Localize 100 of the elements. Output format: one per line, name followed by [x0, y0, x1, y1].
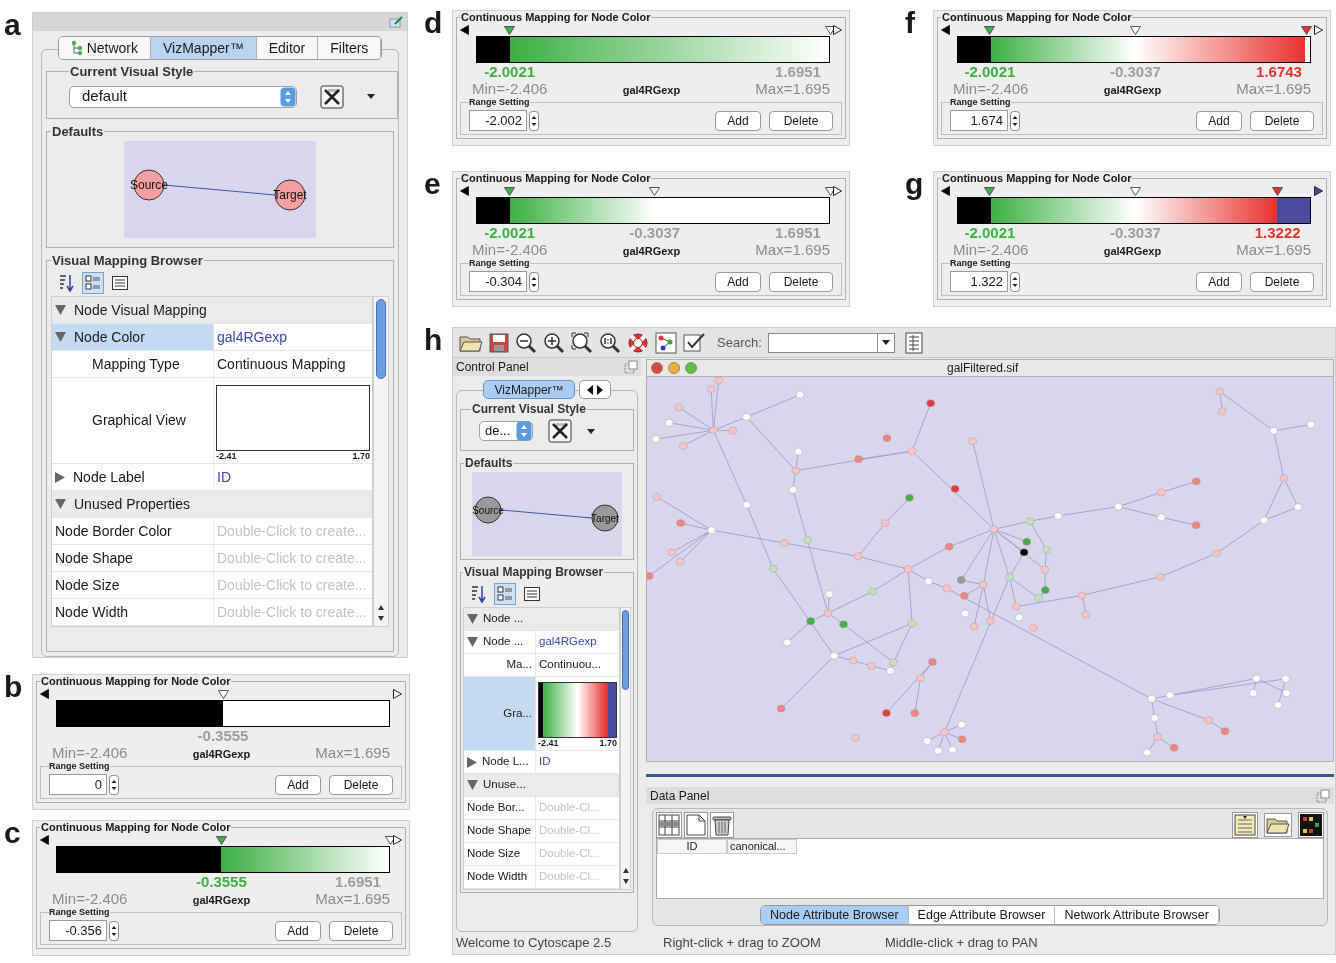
stepper-control[interactable]: [1010, 271, 1020, 292]
right-arrow-icon[interactable]: [393, 689, 402, 699]
left-arrow-icon[interactable]: [40, 835, 49, 845]
property-name-cell[interactable]: Node Label: [52, 464, 214, 490]
trash-icon[interactable]: [710, 812, 734, 838]
right-arrow-icon[interactable]: [833, 25, 842, 35]
property-name-cell[interactable]: Node L...: [464, 751, 536, 773]
heatmap-icon[interactable]: [1298, 812, 1324, 838]
disclosure-triangle-icon[interactable]: [467, 637, 478, 647]
left-arrow-icon[interactable]: [941, 25, 950, 35]
range-value-field[interactable]: 1.674: [950, 110, 1008, 131]
add-button[interactable]: Add: [715, 271, 761, 292]
network-icon[interactable]: [655, 331, 677, 354]
right-arrow-icon[interactable]: [1314, 186, 1323, 196]
left-arrow-icon[interactable]: [40, 689, 49, 699]
pin-icon[interactable]: [389, 16, 403, 28]
range-value-field[interactable]: -0.356: [49, 920, 107, 941]
add-button[interactable]: Add: [1196, 110, 1242, 131]
tab[interactable]: Node Attribute Browser: [761, 906, 909, 924]
save-icon[interactable]: [489, 332, 509, 353]
left-arrow-icon[interactable]: [460, 25, 469, 35]
column-header[interactable]: canonical...: [727, 839, 797, 854]
disclosure-triangle-icon[interactable]: [467, 614, 478, 624]
property-name-cell[interactable]: Node ...: [464, 608, 619, 630]
column-header[interactable]: ID: [657, 839, 727, 854]
stepper-control[interactable]: [109, 920, 119, 941]
slider-handle[interactable]: [384, 836, 396, 845]
select-icon[interactable]: [683, 331, 707, 354]
right-arrow-icon[interactable]: [833, 186, 842, 196]
range-value-field[interactable]: -2.002: [469, 110, 527, 131]
stepper-control[interactable]: [1010, 110, 1020, 131]
range-value-field[interactable]: 0: [49, 774, 107, 795]
minimize-button[interactable]: [668, 362, 680, 374]
range-value-field[interactable]: 1.322: [950, 271, 1008, 292]
style-dropdown[interactable]: default: [69, 85, 297, 108]
scrollbar-thumb[interactable]: [622, 610, 629, 690]
tab[interactable]: Network: [58, 37, 151, 59]
disclosure-triangle-icon[interactable]: [55, 305, 66, 315]
disclosure-triangle-icon[interactable]: [467, 780, 478, 790]
zoom-actual-size-icon[interactable]: [599, 331, 621, 354]
delete-button[interactable]: Delete: [1250, 271, 1314, 292]
disclosure-triangle-icon[interactable]: [467, 756, 477, 768]
style-editor-icon[interactable]: [547, 418, 573, 444]
property-name-cell[interactable]: Unused Properties: [52, 491, 372, 517]
property-name-cell[interactable]: Node Width: [464, 866, 536, 888]
table-icon[interactable]: [656, 812, 682, 838]
zoom-selected-icon[interactable]: [571, 331, 593, 354]
property-value[interactable]: gal4RGexp: [214, 324, 372, 350]
add-button[interactable]: Add: [275, 774, 321, 795]
tab[interactable]: VizMapper™: [483, 380, 575, 399]
right-arrow-icon[interactable]: [393, 835, 402, 845]
property-name-cell[interactable]: Node ...: [464, 631, 536, 653]
stepper-control[interactable]: [529, 271, 539, 292]
property-name-cell[interactable]: Node Size: [464, 843, 536, 865]
style-dropdown[interactable]: de...: [479, 421, 533, 441]
left-arrow-icon[interactable]: [460, 186, 469, 196]
property-value[interactable]: ID: [536, 751, 619, 773]
slider-handle[interactable]: [824, 26, 836, 35]
scrollbar[interactable]: [373, 296, 389, 627]
delete-button[interactable]: Delete: [329, 774, 393, 795]
property-value[interactable]: ID: [214, 464, 372, 490]
disclosure-triangle-icon[interactable]: [55, 471, 65, 483]
delete-button[interactable]: Delete: [329, 920, 393, 941]
style-editor-icon[interactable]: [319, 83, 345, 110]
category-view-icon[interactable]: [82, 272, 104, 294]
tab[interactable]: Editor: [256, 37, 319, 59]
delete-button[interactable]: Delete: [769, 271, 833, 292]
disclosure-triangle-icon[interactable]: [55, 332, 66, 342]
property-value[interactable]: gal4RGexp: [536, 631, 619, 653]
caret-icon[interactable]: [367, 94, 375, 99]
delete-button[interactable]: Delete: [1250, 110, 1314, 131]
delete-button[interactable]: Delete: [769, 110, 833, 131]
zoom-out-icon[interactable]: [515, 331, 537, 354]
property-name-cell[interactable]: Node Visual Mapping: [52, 297, 372, 323]
category-view-icon[interactable]: [494, 583, 516, 605]
left-arrow-icon[interactable]: [941, 186, 950, 196]
close-button[interactable]: [651, 362, 663, 374]
lifebuoy-icon[interactable]: [627, 331, 649, 354]
search-field[interactable]: [767, 332, 878, 353]
scrollbar[interactable]: [620, 607, 631, 890]
property-name-cell[interactable]: Node Shape: [464, 820, 536, 842]
add-button[interactable]: Add: [1196, 271, 1242, 292]
grid-document-icon[interactable]: [904, 331, 925, 354]
slider-handle[interactable]: [824, 187, 836, 196]
new-document-icon[interactable]: [684, 812, 708, 838]
maximize-button[interactable]: [685, 362, 697, 374]
right-arrow-icon[interactable]: [1314, 25, 1323, 35]
disclosure-triangle-icon[interactable]: [55, 499, 66, 509]
property-name-cell[interactable]: Gra...: [464, 677, 536, 750]
caret-icon[interactable]: [587, 428, 595, 434]
add-button[interactable]: Add: [275, 920, 321, 941]
property-name-cell[interactable]: Unuse...: [464, 774, 619, 796]
attribute-list-icon[interactable]: [1232, 812, 1258, 838]
stepper-control[interactable]: [529, 110, 539, 131]
property-name-cell[interactable]: Node Color: [52, 324, 214, 350]
tab[interactable]: VizMapper™: [151, 37, 257, 59]
range-value-field[interactable]: -0.304: [469, 271, 527, 292]
tab[interactable]: Filters: [318, 37, 382, 59]
add-button[interactable]: Add: [715, 110, 761, 131]
property-name-cell[interactable]: Node Bor...: [464, 797, 536, 819]
